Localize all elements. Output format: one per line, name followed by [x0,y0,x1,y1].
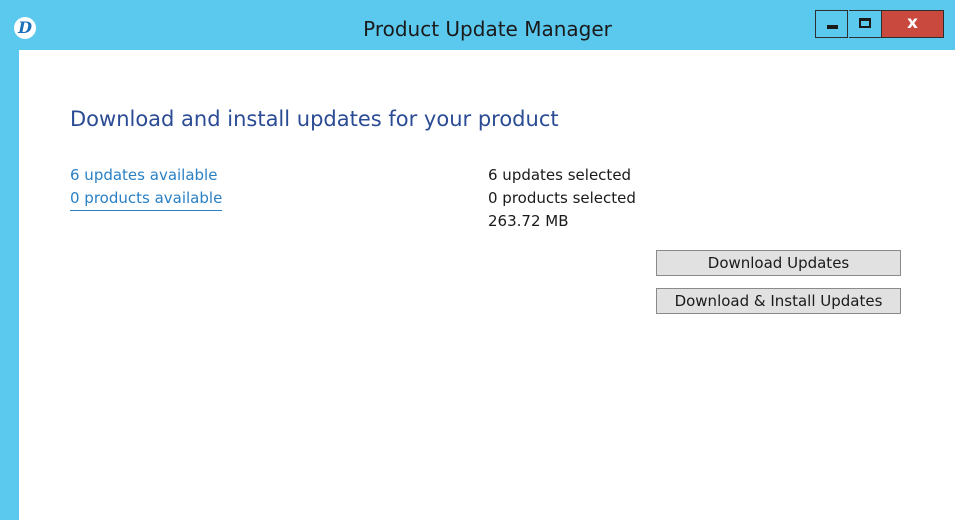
updates-available-link[interactable]: 6 updates available [70,166,217,184]
products-selected-count: 0 products selected [488,189,636,207]
total-download-size: 263.72 MB [488,212,569,230]
page-heading: Download and install updates for your pr… [70,107,559,131]
content-area: Download and install updates for your pr… [19,50,955,520]
updates-selected-count: 6 updates selected [488,166,632,184]
close-icon: x [907,13,918,33]
products-available-link[interactable]: 0 products available [70,189,223,211]
maximize-icon [859,18,871,28]
download-install-updates-button[interactable]: Download & Install Updates [656,288,901,314]
download-updates-button[interactable]: Download Updates [656,250,901,276]
minimize-icon [827,25,838,29]
window-title: Product Update Manager [363,17,612,41]
close-button[interactable]: x [882,10,944,38]
title-bar[interactable]: D Product Update Manager x [0,0,955,50]
maximize-button[interactable] [849,10,882,38]
minimize-button[interactable] [815,10,848,38]
app-window: D Product Update Manager x Download and … [0,0,955,520]
